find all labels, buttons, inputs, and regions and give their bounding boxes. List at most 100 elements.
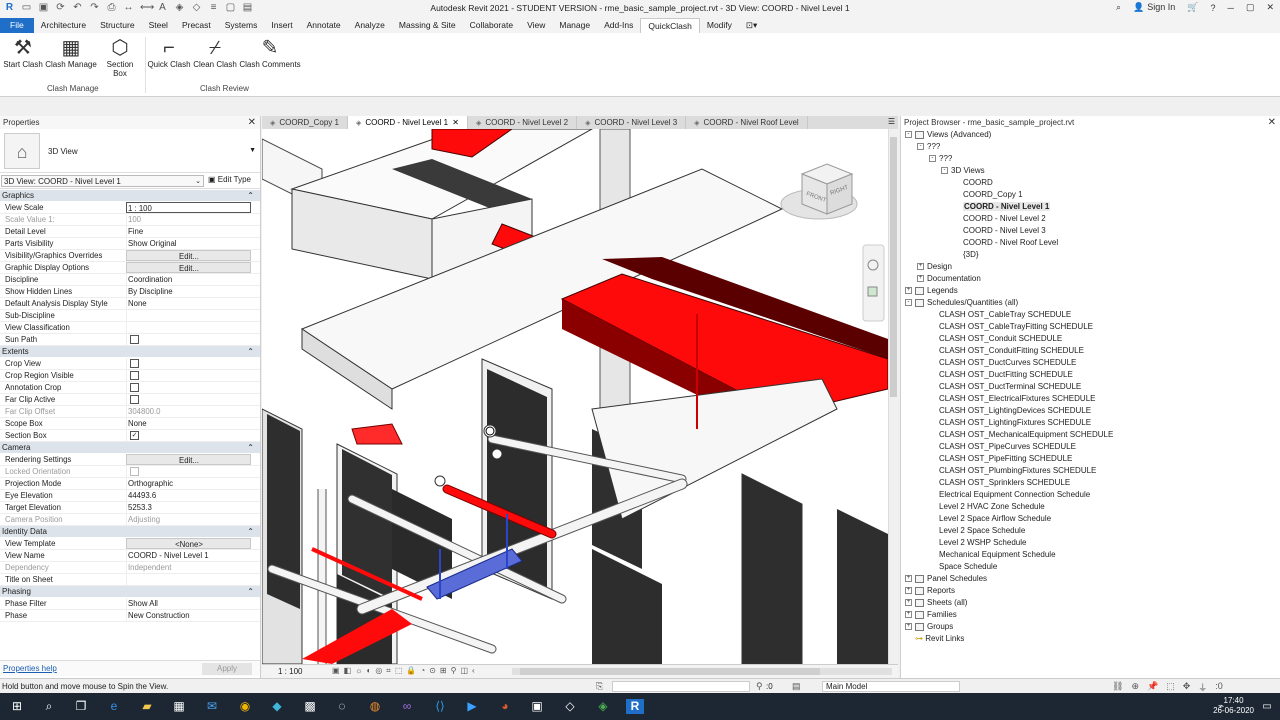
clash-comments-button[interactable]: ✎ Clash Comments	[239, 36, 301, 69]
browser-node[interactable]: -3D Views	[901, 165, 1280, 177]
collapse-icon[interactable]: ⌃	[247, 526, 254, 538]
store-icon[interactable]: ▦	[170, 699, 188, 714]
crop-visible-icon[interactable]: ⬚	[395, 666, 403, 676]
browser-node[interactable]: CLASH OST_MechanicalEquipment SCHEDULE	[901, 429, 1280, 441]
property-value[interactable]: By Discipline	[126, 286, 251, 297]
menu-tab-structure[interactable]: Structure	[93, 18, 142, 33]
property-value[interactable]	[126, 358, 251, 369]
design-option-dropdown[interactable]: Main Model	[822, 681, 960, 692]
property-checkbox[interactable]: ✓	[130, 431, 139, 440]
property-group-graphics[interactable]: Graphics ⌃	[0, 190, 260, 202]
browser-node[interactable]: COORD - Nivel Level 2	[901, 213, 1280, 225]
property-group-camera[interactable]: Camera ⌃	[0, 442, 260, 454]
editable-only-icon[interactable]: ▤	[792, 681, 801, 692]
property-value[interactable]: Orthographic	[126, 478, 251, 489]
cart-icon[interactable]: 🛒	[1187, 2, 1198, 13]
properties-help-link[interactable]: Properties help	[3, 664, 57, 673]
maximize-button[interactable]: ▢	[1246, 2, 1255, 13]
collapse-icon[interactable]: ⌃	[247, 190, 254, 202]
minimize-button[interactable]: ─	[1228, 3, 1234, 13]
browser-node[interactable]: Level 2 HVAC Zone Schedule	[901, 501, 1280, 513]
browser-node[interactable]: + Design	[901, 261, 1280, 273]
3d-viewport[interactable]: FRONT RIGHT	[262, 129, 888, 664]
browser-node[interactable]: + Reports	[901, 585, 1280, 597]
workset-dropdown[interactable]	[612, 681, 750, 692]
mail-icon[interactable]: ✉	[203, 699, 221, 714]
expand-icon[interactable]: +	[917, 263, 924, 271]
expand-icon[interactable]: +	[905, 575, 912, 583]
user-icon[interactable]: 👤 Sign In	[1133, 2, 1175, 13]
visual-style-icon[interactable]: ◧	[344, 666, 352, 676]
instance-dropdown[interactable]: 3D View: COORD - Nivel Level 1 ⌄	[1, 175, 204, 187]
close-tab-icon[interactable]: ✕	[450, 118, 459, 127]
scrollbar-thumb[interactable]	[890, 137, 897, 397]
expand-icon[interactable]: +	[905, 287, 912, 295]
collapse-icon[interactable]: -	[941, 167, 948, 175]
property-value[interactable]	[126, 394, 251, 405]
view-tab[interactable]: ◈ COORD - Nivel Level 1 ✕	[347, 116, 468, 129]
browser-node[interactable]: + Legends	[901, 285, 1280, 297]
property-value[interactable]: 1 : 100	[126, 202, 251, 213]
search-icon[interactable]: ⌕	[40, 699, 58, 714]
browser-node[interactable]: - Views (Advanced)	[901, 129, 1280, 141]
browser-node[interactable]: COORD - Nivel Level 1	[901, 201, 1280, 213]
render-icon[interactable]: ◎	[375, 666, 382, 676]
app-icon[interactable]: ◍	[366, 699, 384, 714]
browser-node[interactable]: + Families	[901, 609, 1280, 621]
menu-tab-manage[interactable]: Manage	[552, 18, 597, 33]
worksets-icon[interactable]: ⎘	[596, 681, 603, 692]
vertical-scrollbar[interactable]	[888, 129, 898, 664]
lock-icon[interactable]: 🔒	[406, 666, 416, 676]
tabs-menu-icon[interactable]: ☰	[888, 117, 895, 126]
collapse-icon[interactable]: ⌃	[247, 442, 254, 454]
property-value[interactable]: 44493.6	[126, 490, 251, 501]
collapse-icon[interactable]: ⌃	[247, 346, 254, 358]
browser-node[interactable]: CLASH OST_LightingFixtures SCHEDULE	[901, 417, 1280, 429]
property-value[interactable]	[126, 382, 251, 393]
menu-tab-systems[interactable]: Systems	[218, 18, 265, 33]
chevron-left-icon[interactable]: ‹	[472, 666, 475, 676]
menu-tab-steel[interactable]: Steel	[142, 18, 175, 33]
browser-node[interactable]: CLASH OST_Sprinklers SCHEDULE	[901, 477, 1280, 489]
highlight-icon[interactable]: ◫	[460, 666, 468, 676]
close-icon[interactable]: ✕	[248, 116, 256, 129]
menu-tab-massing-site[interactable]: Massing & Site	[392, 18, 463, 33]
property-value[interactable]: New Construction	[126, 610, 251, 621]
start-clash-button[interactable]: ⚒ Start Clash	[3, 36, 43, 69]
type-selector[interactable]: ⌂ 3D View ▼	[0, 129, 260, 173]
chevron-down-icon[interactable]: ▼	[249, 147, 256, 154]
menu-tab-view[interactable]: View	[520, 18, 552, 33]
search-icon[interactable]: ⌕	[1116, 2, 1121, 13]
browser-node[interactable]: CLASH OST_DuctCurves SCHEDULE	[901, 357, 1280, 369]
property-edit-button[interactable]: Edit...	[126, 262, 251, 273]
detail-level-icon[interactable]: ▣	[332, 666, 340, 676]
browser-node[interactable]: CLASH OST_DuctTerminal SCHEDULE	[901, 381, 1280, 393]
calculator-icon[interactable]: ▩	[301, 699, 319, 714]
property-group-extents[interactable]: Extents ⌃	[0, 346, 260, 358]
collapse-icon[interactable]: -	[905, 299, 912, 307]
collapse-icon[interactable]: -	[917, 143, 924, 151]
expand-icon[interactable]: +	[905, 599, 912, 607]
analysis-icon[interactable]: ⚲	[451, 666, 457, 676]
browser-node[interactable]: ⊶ Revit Links	[901, 633, 1280, 645]
browser-node[interactable]: COORD_Copy 1	[901, 189, 1280, 201]
expand-icon[interactable]: +	[905, 587, 912, 595]
task-view-icon[interactable]: ❐	[72, 699, 90, 714]
property-checkbox[interactable]	[130, 359, 139, 368]
browser-node[interactable]: CLASH OST_CableTrayFitting SCHEDULE	[901, 321, 1280, 333]
menu-tab-analyze[interactable]: Analyze	[348, 18, 392, 33]
browser-node[interactable]: Level 2 Space Airflow Schedule	[901, 513, 1280, 525]
start-icon[interactable]: ⊞	[8, 699, 26, 714]
property-value[interactable]: None	[126, 298, 251, 309]
browser-node[interactable]: CLASH OST_CableTray SCHEDULE	[901, 309, 1280, 321]
sun-path-icon[interactable]: ☼	[355, 666, 362, 676]
browser-node[interactable]: Electrical Equipment Connection Schedule	[901, 489, 1280, 501]
property-checkbox[interactable]	[130, 371, 139, 380]
browser-node[interactable]: + Groups	[901, 621, 1280, 633]
browser-node[interactable]: CLASH OST_DuctFitting SCHEDULE	[901, 369, 1280, 381]
reveal-icon[interactable]: ⊙	[429, 666, 436, 676]
vscode-icon[interactable]: ⟨⟩	[431, 699, 449, 714]
collapse-icon[interactable]: -	[905, 131, 912, 139]
property-value[interactable]: COORD - Nivel Level 1	[126, 550, 251, 561]
filter-icon[interactable]: ⚲	[756, 681, 763, 692]
